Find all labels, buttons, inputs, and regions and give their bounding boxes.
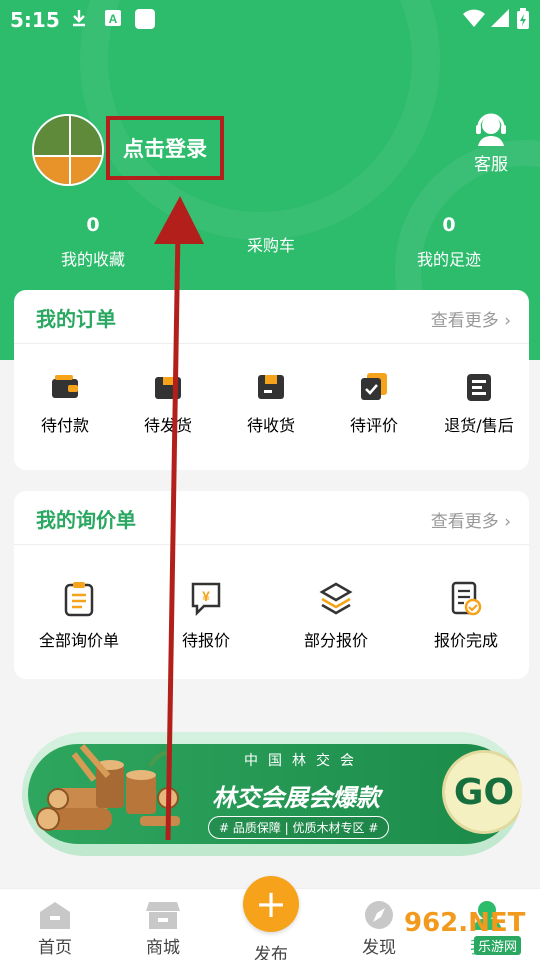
tab-home[interactable]: 首页	[20, 899, 90, 958]
more-label: 查看更多	[430, 512, 499, 532]
orders-more-link[interactable]: 查看更多 ›	[431, 306, 511, 331]
inquiry-item-label: 报价完成	[433, 631, 498, 650]
clipboard-list-icon	[64, 582, 94, 617]
customer-service-button[interactable]: 客服	[466, 112, 516, 175]
inquiries-card: 我的询价单 查看更多 › 全部询价单 ¥ 待报价 部分报价 报价完成	[14, 491, 529, 679]
app-notification-icon: A	[105, 10, 121, 26]
inquiries-card-header: 我的询价单 查看更多 ›	[14, 491, 529, 545]
signal-icon	[491, 9, 509, 27]
svg-text:A: A	[109, 12, 118, 26]
layers-icon	[319, 582, 353, 615]
inquiry-partial-quote[interactable]: 部分报价	[294, 581, 378, 651]
document-check-icon	[451, 581, 482, 616]
timber-logs-illustration	[36, 744, 180, 831]
order-pending-review[interactable]: 待评价	[337, 372, 411, 436]
tab-label: 发现	[362, 938, 396, 958]
package-icon	[155, 377, 181, 399]
order-item-label: 待收货	[246, 416, 295, 435]
wallet-icon	[52, 375, 78, 398]
inquiry-pending-quote[interactable]: ¥ 待报价	[168, 581, 244, 651]
tab-label: 商城	[146, 938, 180, 958]
inquiry-all[interactable]: 全部询价单	[32, 581, 126, 651]
publish-label: 发布	[254, 945, 288, 960]
inquiry-quote-complete[interactable]: 报价完成	[424, 581, 508, 651]
orders-title: 我的订单	[36, 307, 116, 331]
stat-label: 采购车	[246, 236, 295, 255]
stat-footprints[interactable]: 0 我的足迹	[389, 214, 509, 270]
promo-banner[interactable]: 中国林交会 林交会展会爆款 # 品质保障 | 优质木材专区 # GO	[22, 732, 522, 856]
banner-title: 林交会展会爆款	[212, 784, 380, 812]
inquiries-more-link[interactable]: 查看更多 ›	[431, 507, 511, 532]
store-icon	[146, 902, 180, 929]
notification-square-icon	[135, 9, 155, 29]
stat-value: 0	[86, 214, 100, 236]
battery-icon	[517, 8, 529, 29]
order-item-label: 待付款	[40, 416, 89, 435]
banner-tag: # 品质保障 | 优质木材专区 #	[208, 816, 390, 839]
inquiry-item-label: 部分报价	[303, 631, 368, 650]
inquiry-item-label: 全部询价单	[38, 631, 119, 650]
wifi-icon	[463, 9, 485, 27]
watermark: 962.NET 乐游网	[400, 908, 540, 960]
publish-button[interactable]: +	[243, 876, 299, 932]
customer-service-label: 客服	[474, 155, 508, 175]
review-icon	[361, 373, 387, 400]
status-bar: 5:15 A	[0, 0, 540, 38]
login-button[interactable]: 点击登录	[106, 116, 224, 180]
home-icon	[40, 902, 70, 929]
banner-subtitle: 中国林交会	[244, 753, 364, 769]
inquiries-title: 我的询价单	[36, 508, 136, 532]
banner-go-button[interactable]: GO	[442, 750, 522, 834]
order-item-label: 待发货	[143, 416, 192, 435]
stat-favorites[interactable]: 0 我的收藏	[33, 214, 153, 270]
stat-label: 我的足迹	[416, 250, 481, 269]
stat-value: 0	[442, 214, 456, 236]
headset-icon	[476, 113, 506, 146]
stat-purchase-cart[interactable]: 采购车	[211, 200, 331, 256]
svg-text:¥: ¥	[202, 588, 210, 604]
watermark-sub: 乐游网	[474, 936, 522, 955]
quote-message-icon: ¥	[191, 582, 221, 617]
orders-card-header: 我的订单 查看更多 ›	[14, 290, 529, 344]
order-item-label: 待评价	[349, 416, 398, 435]
avatar[interactable]	[32, 114, 104, 186]
orders-card: 我的订单 查看更多 › 待付款 待发货 待收货 待评价 退货/售后	[14, 290, 529, 470]
receive-box-icon	[258, 375, 284, 399]
plus-icon: +	[255, 882, 287, 926]
order-pending-payment[interactable]: 待付款	[28, 372, 102, 436]
order-pending-shipment[interactable]: 待发货	[131, 372, 205, 436]
return-icon	[467, 374, 491, 401]
tab-mall[interactable]: 商城	[128, 899, 198, 958]
order-item-label: 退货/售后	[444, 416, 514, 435]
compass-icon	[365, 901, 393, 929]
watermark-number: 962.NET	[404, 908, 526, 938]
status-time: 5:15	[10, 8, 60, 32]
more-label: 查看更多	[430, 311, 499, 331]
stat-value	[211, 200, 331, 224]
download-icon	[73, 10, 85, 27]
inquiry-item-label: 待报价	[181, 631, 230, 650]
order-return-aftersale[interactable]: 退货/售后	[436, 372, 522, 436]
order-pending-receipt[interactable]: 待收货	[234, 372, 308, 436]
stat-label: 我的收藏	[60, 250, 125, 269]
tab-label: 首页	[38, 938, 72, 958]
